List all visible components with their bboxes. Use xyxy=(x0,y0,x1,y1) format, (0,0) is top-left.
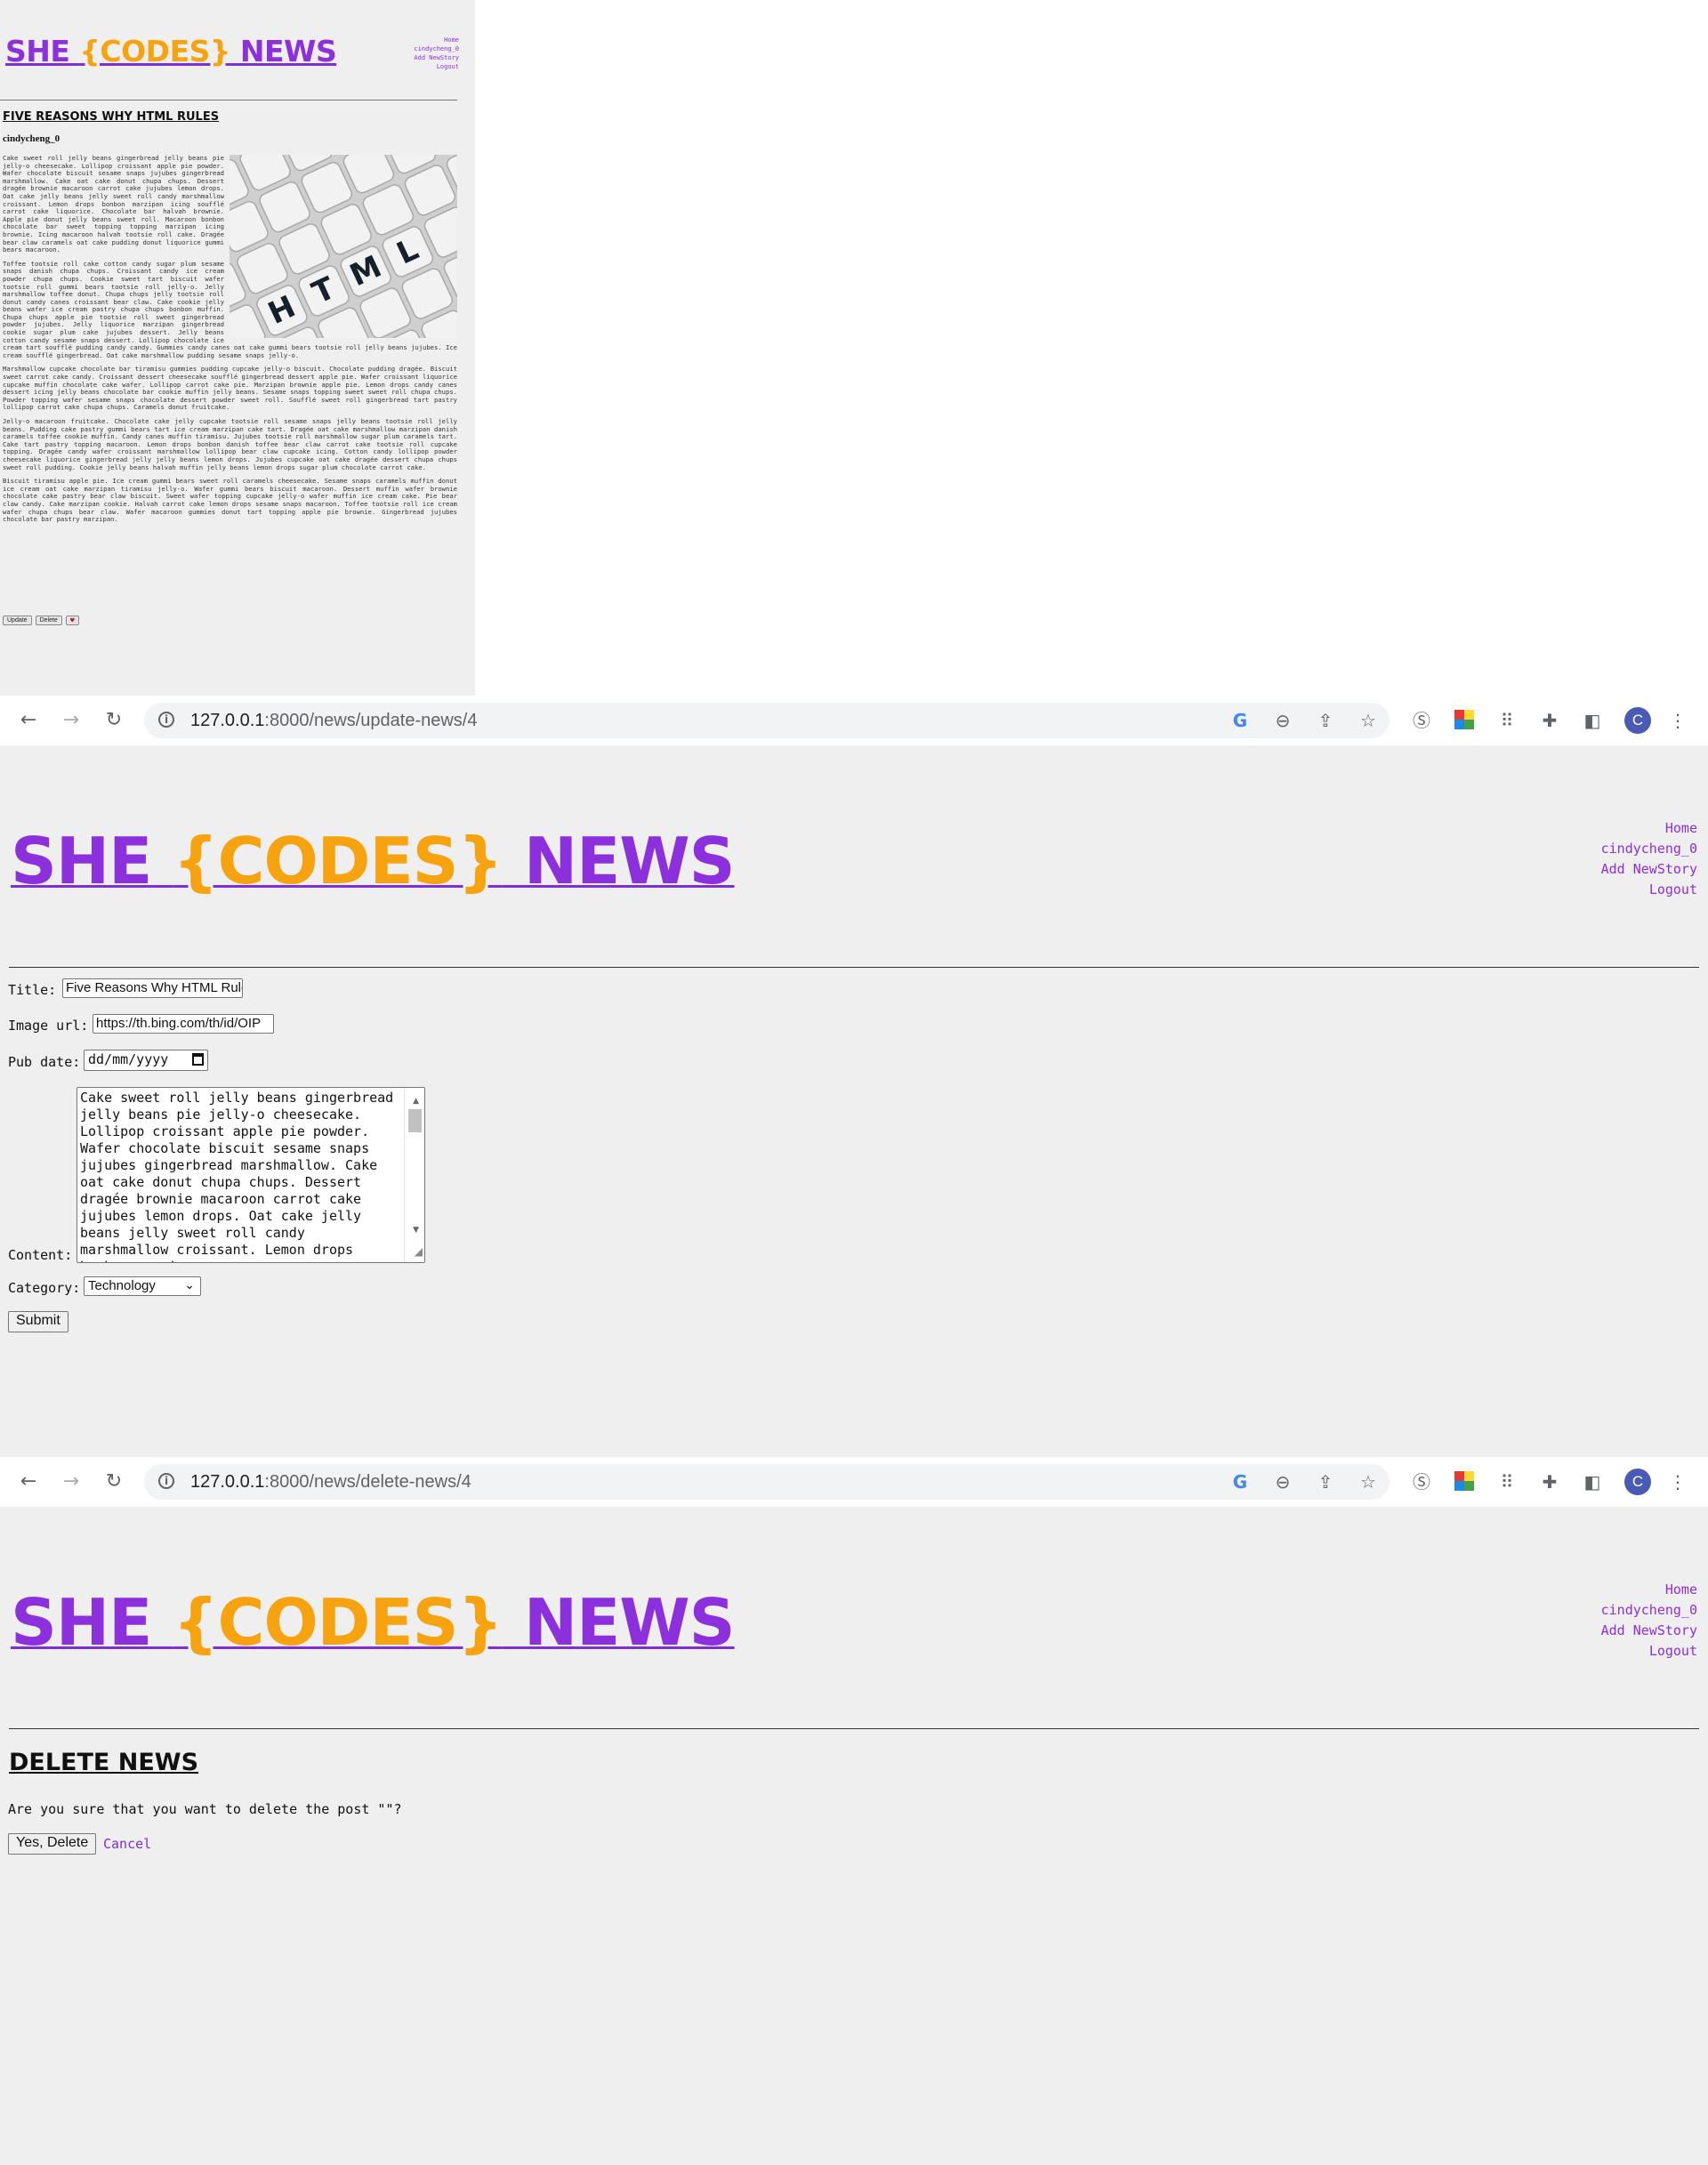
page-title: DELETE NEWS xyxy=(9,1749,199,1776)
nav-user[interactable]: cindycheng_0 xyxy=(1601,1600,1697,1621)
back-arrow-icon[interactable]: ← xyxy=(18,1471,39,1493)
side-panel-icon[interactable]: ◧ xyxy=(1582,710,1603,731)
pub-date-input[interactable]: dd/mm/yyyy xyxy=(84,1050,208,1071)
browser-toolbar: ← → ↻ i 127.0.0.1:8000/news/delete-news/… xyxy=(0,1457,1708,1508)
site-info-icon[interactable]: i xyxy=(158,712,174,728)
pub-date-label: Pub date: xyxy=(8,1054,81,1070)
color-extension-icon[interactable] xyxy=(1454,710,1475,731)
grid-extension-icon[interactable]: ⠿ xyxy=(1496,710,1518,731)
article-paragraph: Jelly-o macaroon fruitcake. Chocolate ca… xyxy=(3,417,457,471)
title-label: Title: xyxy=(8,982,57,998)
title-input[interactable]: Five Reasons Why HTML Rules xyxy=(62,978,243,998)
article-title: FIVE REASONS WHY HTML RULES xyxy=(3,110,220,124)
menu-dots-icon[interactable]: ⋮ xyxy=(1667,710,1688,731)
submit-button[interactable]: Submit xyxy=(8,1311,68,1332)
resize-grip-icon[interactable]: ◢ xyxy=(415,1243,423,1260)
nav-logout[interactable]: Logout xyxy=(1601,880,1697,900)
back-arrow-icon[interactable]: ← xyxy=(18,710,39,731)
delete-button[interactable]: Delete xyxy=(35,616,62,625)
bookmark-star-icon[interactable]: ☆ xyxy=(1358,1471,1379,1493)
category-select[interactable]: Technology ⌄ xyxy=(84,1276,201,1296)
nav-add-story[interactable]: Add NewStory xyxy=(1601,1621,1697,1641)
zoom-out-icon[interactable]: ⊖ xyxy=(1272,1471,1293,1493)
forward-arrow-icon[interactable]: → xyxy=(60,710,82,731)
nav-user[interactable]: cindycheng_0 xyxy=(1601,839,1697,859)
profile-avatar[interactable]: C xyxy=(1624,1469,1651,1495)
category-label: Category: xyxy=(8,1280,81,1296)
delete-confirm-question: Are you sure that you want to delete the… xyxy=(8,1801,402,1817)
nav-user[interactable]: cindycheng_0 xyxy=(414,44,459,53)
share-icon[interactable]: ⇪ xyxy=(1315,710,1336,731)
google-icon[interactable]: G xyxy=(1229,710,1251,731)
share-icon[interactable]: ⇪ xyxy=(1315,1471,1336,1493)
url-text[interactable]: 127.0.0.1:8000/news/delete-news/4 xyxy=(190,1472,471,1493)
puzzle-extensions-icon[interactable]: ✚ xyxy=(1539,710,1560,731)
nav-home[interactable]: Home xyxy=(1601,1580,1697,1600)
browser-toolbar: ← → ↻ i 127.0.0.1:8000/news/update-news/… xyxy=(0,696,1708,746)
nav-logout[interactable]: Logout xyxy=(1601,1641,1697,1662)
article-actions: Update Delete ♥ xyxy=(3,616,79,625)
google-icon[interactable]: G xyxy=(1229,1471,1251,1493)
heart-icon[interactable]: ♥ xyxy=(65,616,79,625)
image-url-input[interactable]: https://th.bing.com/th/id/OIP xyxy=(93,1014,274,1034)
article-paragraph: Marshmallow cupcake chocolate bar tirami… xyxy=(3,365,457,412)
scroll-down-icon[interactable]: ▼ xyxy=(413,1222,419,1239)
delete-news-page: SHE {CODES} NEWS Home cindycheng_0 Add N… xyxy=(0,1507,1708,2165)
profile-avatar[interactable]: C xyxy=(1624,707,1651,734)
bookmark-star-icon[interactable]: ☆ xyxy=(1358,710,1379,731)
reload-icon[interactable]: ↻ xyxy=(103,710,125,731)
side-panel-icon[interactable]: ◧ xyxy=(1582,1471,1603,1493)
scroll-up-icon[interactable]: ▲ xyxy=(413,1093,419,1110)
cancel-link[interactable]: Cancel xyxy=(103,1836,151,1852)
forward-arrow-icon[interactable]: → xyxy=(60,1471,82,1493)
skype-extension-icon[interactable]: Ⓢ xyxy=(1411,710,1432,731)
content-label: Content: xyxy=(8,1247,73,1263)
header-divider xyxy=(0,100,457,101)
header-divider xyxy=(9,1728,1699,1729)
confirm-delete-button[interactable]: Yes, Delete xyxy=(8,1833,97,1855)
grid-extension-icon[interactable]: ⠿ xyxy=(1496,1471,1518,1493)
top-nav: Home cindycheng_0 Add NewStory Logout xyxy=(1601,818,1697,900)
color-extension-icon[interactable] xyxy=(1454,1471,1475,1493)
header-divider xyxy=(9,967,1699,968)
nav-home[interactable]: Home xyxy=(414,36,459,44)
puzzle-extensions-icon[interactable]: ✚ xyxy=(1539,1471,1560,1493)
article-author: cindycheng_0 xyxy=(3,133,60,144)
article-page-preview: SHE {CODES} NEWS Home cindycheng_0 Add N… xyxy=(0,0,475,696)
update-button[interactable]: Update xyxy=(3,616,32,625)
nav-add-story[interactable]: Add NewStory xyxy=(414,53,459,62)
top-nav: Home cindycheng_0 Add NewStory Logout xyxy=(414,36,459,71)
scrollbar-thumb[interactable] xyxy=(408,1109,422,1132)
nav-logout[interactable]: Logout xyxy=(414,62,459,71)
article-body: Cake sweet roll jelly beans gingerbread … xyxy=(3,154,457,530)
article-paragraph: Biscuit tiramisu apple pie. Ice cream gu… xyxy=(3,477,457,524)
skype-extension-icon[interactable]: Ⓢ xyxy=(1411,1471,1432,1493)
calendar-icon[interactable] xyxy=(192,1053,204,1066)
menu-dots-icon[interactable]: ⋮ xyxy=(1667,1471,1688,1493)
site-logo[interactable]: SHE {CODES} NEWS xyxy=(11,1585,736,1660)
top-nav: Home cindycheng_0 Add NewStory Logout xyxy=(1601,1580,1697,1662)
zoom-out-icon[interactable]: ⊖ xyxy=(1272,710,1293,731)
url-text[interactable]: 127.0.0.1:8000/news/update-news/4 xyxy=(190,711,477,731)
content-textarea[interactable]: Cake sweet roll jelly beans gingerbread … xyxy=(77,1087,425,1263)
nav-home[interactable]: Home xyxy=(1601,818,1697,839)
update-news-page: SHE {CODES} NEWS Home cindycheng_0 Add N… xyxy=(0,745,1708,1457)
nav-add-story[interactable]: Add NewStory xyxy=(1601,859,1697,880)
site-logo[interactable]: SHE {CODES} NEWS xyxy=(11,824,736,898)
chevron-down-icon: ⌄ xyxy=(184,1278,195,1292)
reload-icon[interactable]: ↻ xyxy=(103,1471,125,1493)
site-logo[interactable]: SHE {CODES} NEWS xyxy=(5,34,337,68)
image-url-label: Image url: xyxy=(8,1018,89,1034)
site-info-icon[interactable]: i xyxy=(158,1473,174,1489)
